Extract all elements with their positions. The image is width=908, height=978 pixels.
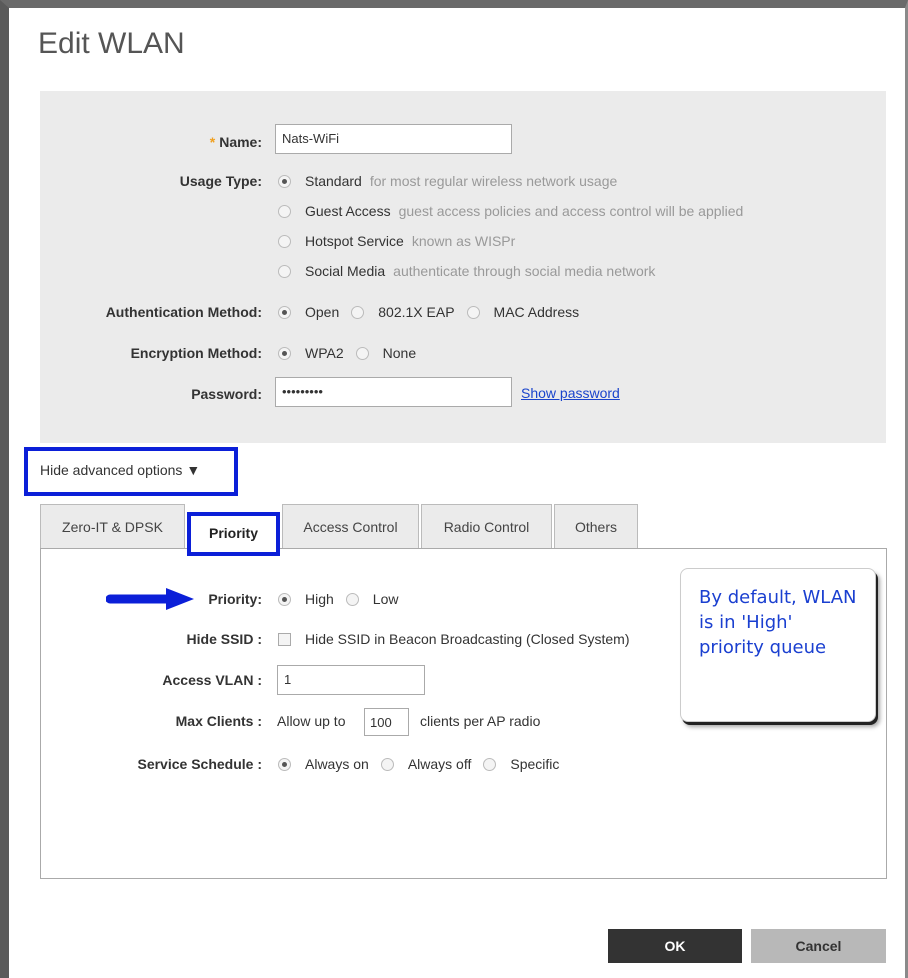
max-clients-label: Max Clients : <box>175 713 262 729</box>
radio-schedule-specific[interactable] <box>483 758 497 771</box>
radio-auth-8021x[interactable] <box>351 306 365 319</box>
radio-enc-none[interactable] <box>355 347 369 360</box>
show-password-link[interactable]: Show password <box>521 385 620 401</box>
password-input[interactable]: ••••••••• <box>275 377 512 407</box>
service-schedule-options: Always on Always off Specific <box>278 756 559 772</box>
hide-ssid-option[interactable]: Hide SSID in Beacon Broadcasting (Closed… <box>278 631 629 647</box>
priority-label: Priority: <box>208 591 262 607</box>
radio-enc-wpa2[interactable] <box>278 347 291 360</box>
service-schedule-label: Service Schedule : <box>137 756 262 772</box>
usage-type-label: Usage Type: <box>179 173 262 189</box>
ok-button[interactable]: OK <box>608 929 742 963</box>
encryption-method-options: WPA2 None <box>278 345 416 361</box>
auth-method-label: Authentication Method: <box>105 304 262 320</box>
max-clients-suffix: clients per AP radio <box>420 713 541 729</box>
dialog-title: Edit WLAN <box>38 27 185 60</box>
required-marker: * <box>209 134 216 150</box>
radio-hotspot[interactable] <box>278 235 291 248</box>
cancel-button[interactable]: Cancel <box>751 929 886 963</box>
radio-schedule-always-off[interactable] <box>380 758 394 771</box>
usage-option-social-media[interactable]: Social Media authenticate through social … <box>278 263 655 279</box>
tab-zero-it-dpsk[interactable]: Zero-IT & DPSK <box>40 504 185 549</box>
radio-schedule-always-on[interactable] <box>278 758 291 771</box>
tab-access-control[interactable]: Access Control <box>282 504 419 549</box>
access-vlan-label: Access VLAN : <box>162 672 262 688</box>
access-vlan-input[interactable]: 1 <box>277 665 425 695</box>
usage-option-standard[interactable]: Standard for most regular wireless networ… <box>278 173 617 189</box>
annotation-callout: By default, WLAN is in 'High' priority q… <box>680 568 876 722</box>
radio-guest-access[interactable] <box>278 205 291 218</box>
priority-options: High Low <box>278 591 398 607</box>
auth-method-options: Open 802.1X EAP MAC Address <box>278 304 579 320</box>
radio-auth-mac[interactable] <box>466 306 480 319</box>
max-clients-prefix: Allow up to <box>277 713 346 729</box>
tab-radio-control[interactable]: Radio Control <box>421 504 552 549</box>
radio-priority-low[interactable] <box>345 593 359 606</box>
tab-priority[interactable]: Priority <box>187 512 280 556</box>
hide-ssid-checkbox[interactable] <box>278 633 291 646</box>
tab-others[interactable]: Others <box>554 504 638 549</box>
hide-advanced-options-toggle[interactable]: Hide advanced options ▼ <box>24 447 238 496</box>
encryption-method-label: Encryption Method: <box>130 345 262 361</box>
name-input[interactable]: Nats-WiFi <box>275 124 512 154</box>
usage-option-guest-access[interactable]: Guest Access guest access policies and ac… <box>278 203 743 219</box>
password-label: Password: <box>191 386 262 402</box>
radio-standard[interactable] <box>278 175 291 188</box>
radio-priority-high[interactable] <box>278 593 291 606</box>
usage-option-hotspot[interactable]: Hotspot Service known as WISPr <box>278 233 515 249</box>
radio-auth-open[interactable] <box>278 306 291 319</box>
name-label: * Name: <box>209 134 262 150</box>
hide-ssid-label: Hide SSID : <box>186 631 262 647</box>
max-clients-input[interactable]: 100 <box>364 708 409 736</box>
radio-social-media[interactable] <box>278 265 291 278</box>
